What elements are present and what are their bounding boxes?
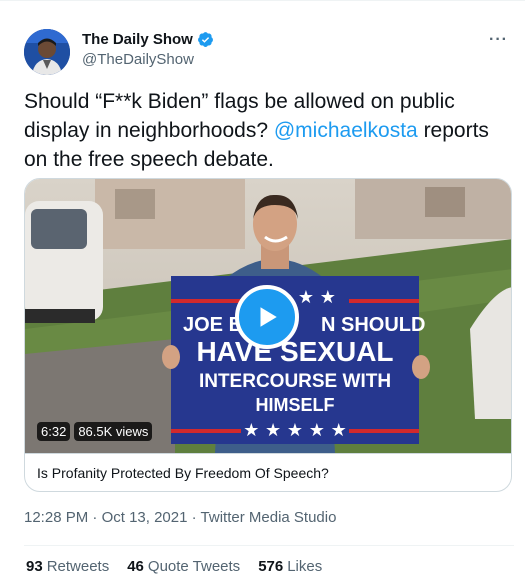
more-options-icon[interactable]: ···	[489, 31, 508, 49]
author-display-name[interactable]: The Daily Show	[82, 31, 193, 48]
video-player[interactable]: ★ ★ ★ ★ ★ ★ ★ ★ ★ JOE B N SHOULD HAVE SE…	[25, 179, 511, 453]
retweets-stat[interactable]: 93 Retweets	[26, 558, 109, 575]
stat-count: 576	[258, 558, 284, 575]
verified-badge-icon	[197, 32, 213, 47]
sign-text-line: N SHOULD	[321, 314, 425, 336]
stat-label: Quote Tweets	[147, 558, 241, 575]
play-icon	[260, 307, 277, 327]
tweet-header: The Daily Show @TheDailyShow ···	[24, 29, 514, 75]
meta-separator: ·	[92, 509, 102, 526]
views-badge: 86.5K views	[74, 422, 153, 441]
stat-label: Likes	[287, 558, 323, 575]
tweet-text: Should “F**k Biden” flags be allowed on …	[24, 87, 514, 174]
video-card[interactable]: ★ ★ ★ ★ ★ ★ ★ ★ ★ JOE B N SHOULD HAVE SE…	[24, 178, 512, 492]
tweet-time[interactable]: 12:28 PM	[24, 509, 88, 526]
video-title[interactable]: Is Profanity Protected By Freedom Of Spe…	[25, 453, 511, 491]
mention-link[interactable]: @michaelkosta	[274, 119, 418, 142]
meta-separator: ·	[191, 509, 201, 526]
avatar[interactable]	[24, 29, 70, 75]
tweet-source[interactable]: Twitter Media Studio	[201, 509, 337, 526]
author-block: The Daily Show @TheDailyShow	[82, 31, 214, 68]
video-badges: 6:32 86.5K views	[37, 422, 153, 441]
divider	[24, 545, 514, 546]
svg-text:★ ★ ★ ★ ★: ★ ★ ★ ★ ★	[243, 420, 347, 441]
author-handle[interactable]: @TheDailyShow	[82, 51, 214, 68]
avatar-image	[24, 29, 70, 75]
stat-count: 46	[127, 558, 144, 575]
tweet-date[interactable]: Oct 13, 2021	[102, 509, 188, 526]
tweet-card: The Daily Show @TheDailyShow ··· Should …	[0, 0, 525, 588]
stat-label: Retweets	[46, 558, 110, 575]
stat-count: 93	[26, 558, 43, 575]
likes-stat[interactable]: 576 Likes	[258, 558, 322, 575]
sign-text-line: HIMSELF	[256, 395, 335, 415]
sign-text-line: HAVE SEXUAL	[196, 336, 393, 367]
author-name-row[interactable]: The Daily Show	[82, 31, 214, 48]
sign-text-line: INTERCOURSE WITH	[199, 371, 391, 392]
engagement-stats: 93 Retweets 46 Quote Tweets 576 Likes	[26, 558, 322, 575]
duration-badge: 6:32	[37, 422, 71, 441]
quote-tweets-stat[interactable]: 46 Quote Tweets	[127, 558, 240, 575]
play-button[interactable]	[235, 285, 299, 349]
tweet-metadata: 12:28 PM · Oct 13, 2021 · Twitter Media …	[24, 509, 336, 526]
